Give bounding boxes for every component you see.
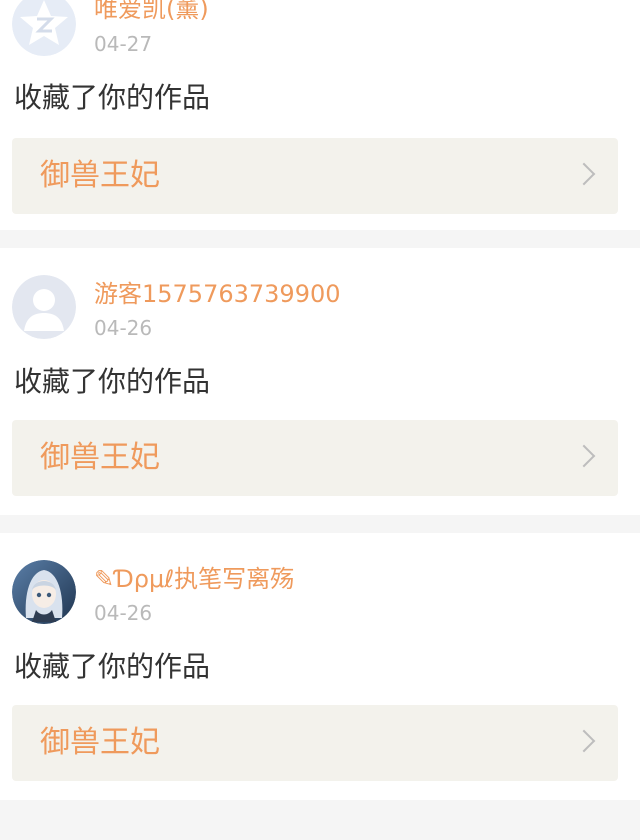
action-text: 收藏了你的作品 [14,365,211,398]
guest-default-avatar-icon[interactable] [12,275,76,339]
card-divider [0,800,640,840]
work-link[interactable]: 御兽王妃 [12,138,618,214]
notification-feed: 唯爱凯(薰) 04-27 收藏了你的作品 御兽王妃 游客157576373990… [0,0,640,840]
user-name[interactable]: ✎Ɗρμℓ执笔写离殇 [94,564,294,594]
card-divider [0,230,640,248]
work-title: 御兽王妃 [40,440,160,475]
notification-date: 04-26 [94,316,153,340]
chevron-right-icon [572,729,596,753]
notification-card: 游客1575763739900 04-26 收藏了你的作品 御兽王妃 [0,248,640,515]
user-name[interactable]: 游客1575763739900 [94,279,341,309]
notification-date: 04-27 [94,32,153,56]
work-link[interactable]: 御兽王妃 [12,705,618,781]
notification-card: ✎Ɗρμℓ执笔写离殇 04-26 收藏了你的作品 御兽王妃 [0,533,640,800]
action-text: 收藏了你的作品 [14,650,211,683]
notification-card: 唯爱凯(薰) 04-27 收藏了你的作品 御兽王妃 [0,0,640,230]
chevron-right-icon [572,162,596,186]
card-divider [0,515,640,533]
chevron-right-icon [572,444,596,468]
action-text: 收藏了你的作品 [14,81,211,114]
qzone-default-avatar-icon[interactable] [12,0,76,56]
anime-girl-avatar-icon[interactable] [12,560,76,624]
notification-date: 04-26 [94,601,153,625]
work-link[interactable]: 御兽王妃 [12,420,618,496]
work-title: 御兽王妃 [40,725,160,760]
user-name[interactable]: 唯爱凯(薰) [94,0,209,24]
work-title: 御兽王妃 [40,158,160,193]
